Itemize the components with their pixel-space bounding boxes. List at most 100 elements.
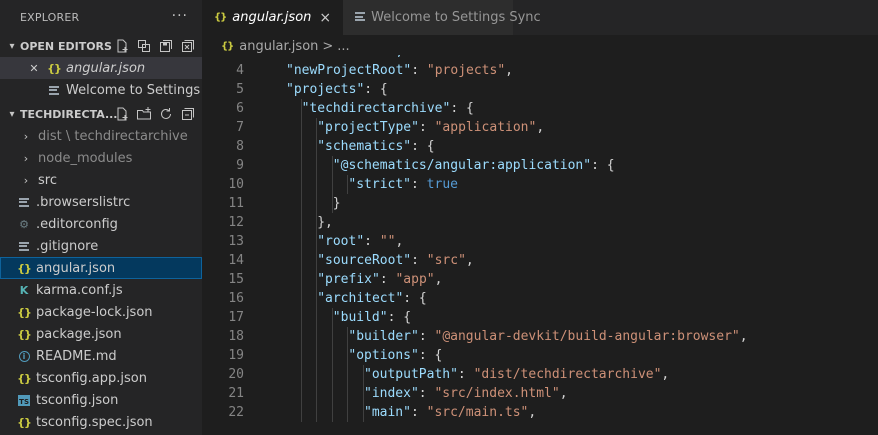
json-string: "projects": [426, 63, 506, 78]
open-editors-label: OPEN EDITORS: [20, 39, 112, 53]
line-number: 6: [236, 101, 244, 116]
explorer-title: EXPLORER: [20, 11, 80, 24]
code-text: "index": "src/index.html",: [364, 384, 568, 403]
code-text: "architect": {: [317, 289, 427, 308]
tree-item-tsconfig-app[interactable]: {} tsconfig.app.json: [0, 367, 202, 389]
new-file-icon[interactable]: [114, 106, 130, 122]
json-key: "techdirectarchive": [301, 101, 451, 116]
tree-item-label: package.json: [36, 326, 122, 342]
code-text: "outputPath": "dist/techdirectarchive",: [364, 365, 669, 384]
json-punctuation: ,: [505, 63, 513, 78]
explorer-header: EXPLORER ···: [0, 0, 202, 35]
tree-item-label: .editorconfig: [36, 216, 118, 232]
code-line: 16 "architect": {: [202, 289, 878, 308]
workspace-header[interactable]: ▾ TECHDIRECTA...: [0, 103, 202, 125]
code-line: 6 "techdirectarchive": {: [202, 99, 878, 118]
workspace-label: TECHDIRECTA...: [20, 107, 118, 121]
tree-item-tsconfig[interactable]: TS tsconfig.json: [0, 389, 202, 411]
code-line: 4 "newProjectRoot": "projects",: [202, 61, 878, 80]
chevron-down-icon: ▾: [9, 108, 15, 120]
code-text: "root": "",: [317, 232, 403, 251]
tree-item-package-json[interactable]: {} package.json: [0, 323, 202, 345]
indent-guide: [300, 384, 302, 403]
tab-angular-json[interactable]: {} angular.json ×: [202, 0, 344, 35]
json-key: "newProjectRoot": [286, 63, 412, 78]
tree-item-label: node_modules: [38, 150, 133, 166]
indent-guide: [300, 175, 302, 194]
json-key: "projects": [286, 82, 365, 97]
code-text: }: [333, 194, 341, 213]
file-tree: › dist \ techdirectarchive › node_module…: [0, 125, 202, 433]
json-key: "root": [317, 234, 365, 249]
open-editors-header[interactable]: ▾ OPEN EDITORS: [0, 35, 202, 57]
open-editor-item-welcome[interactable]: Welcome to Settings ...: [0, 79, 202, 101]
breadcrumb-file[interactable]: angular.json: [239, 39, 318, 54]
indent-guide: [300, 232, 302, 251]
tree-item-angular-json[interactable]: {} angular.json: [0, 257, 202, 279]
indent-guide: [300, 156, 302, 175]
line-number: 14: [228, 253, 244, 268]
tab-label: angular.json: [232, 10, 312, 25]
chevron-right-icon: ›: [23, 173, 29, 187]
collapse-all-icon[interactable]: [180, 106, 196, 122]
line-number: 21: [228, 386, 244, 401]
indent-guide: [316, 194, 318, 213]
close-icon[interactable]: ×: [319, 10, 331, 26]
line-number: 4: [236, 63, 244, 78]
json-punctuation: :: [418, 329, 435, 344]
line-number: 13: [228, 234, 244, 249]
breadcrumb-tail[interactable]: ...: [337, 39, 349, 54]
toggle-vertical-layout-icon[interactable]: [136, 38, 152, 54]
tree-item-dist[interactable]: › dist \ techdirectarchive: [0, 125, 202, 147]
tree-item-gitignore[interactable]: .gitignore: [0, 235, 202, 257]
gear-icon: ⚙: [19, 217, 29, 231]
editor-area: {} angular.json × Welcome to Settings Sy…: [202, 0, 878, 435]
tree-item-src[interactable]: › src: [0, 169, 202, 191]
json-punctuation: : {: [403, 291, 427, 306]
tab-welcome-settings-sync[interactable]: Welcome to Settings Sync: [343, 0, 541, 35]
new-untitled-file-icon[interactable]: [114, 38, 130, 54]
tree-item-karma-conf[interactable]: K karma.conf.js: [0, 279, 202, 301]
save-all-icon[interactable]: [158, 38, 174, 54]
code-line: 7 "projectType": "application",: [202, 118, 878, 137]
tree-item-readme[interactable]: i README.md: [0, 345, 202, 367]
indent-guide: [331, 175, 333, 194]
code-text: "schematics": {: [317, 137, 434, 156]
code-line: 22 "main": "src/main.ts",: [202, 403, 878, 422]
json-string: "application": [434, 120, 537, 135]
tree-item-label: karma.conf.js: [36, 282, 123, 298]
json-string: "@angular-devkit/build-angular:browser": [434, 329, 740, 344]
new-folder-icon[interactable]: [136, 106, 152, 122]
code-line: 21 "index": "src/index.html",: [202, 384, 878, 403]
line-number: 19: [228, 348, 244, 363]
tree-item-browserslistrc[interactable]: .browserslistrc: [0, 191, 202, 213]
json-key: "build": [332, 310, 388, 325]
code-editor[interactable]: "version": 1,4"newProjectRoot": "project…: [202, 55, 878, 435]
refresh-icon[interactable]: [158, 106, 174, 122]
info-icon: i: [16, 348, 32, 364]
tree-item-node-modules[interactable]: › node_modules: [0, 147, 202, 169]
indent-guide: [316, 384, 318, 403]
json-punctuation: ,: [536, 120, 545, 135]
json-string: "": [379, 234, 396, 249]
line-number: 18: [228, 329, 244, 344]
json-punctuation: :: [418, 120, 435, 135]
indent-guide: [300, 327, 302, 346]
ellipsis-icon[interactable]: ···: [172, 8, 188, 24]
indent-guide: [300, 194, 302, 213]
close-icon[interactable]: ✕: [26, 60, 42, 76]
code-text: "techdirectarchive": {: [302, 99, 474, 118]
tree-item-tsconfig-spec[interactable]: {} tsconfig.spec.json: [0, 411, 202, 433]
code-text: "sourceRoot": "src",: [317, 251, 474, 270]
tree-item-editorconfig[interactable]: ⚙ .editorconfig: [0, 213, 202, 235]
open-editor-item-angular-json[interactable]: ✕ {} angular.json: [0, 57, 202, 79]
code-line: 19 "options": {: [202, 346, 878, 365]
tree-item-package-lock[interactable]: {} package-lock.json: [0, 301, 202, 323]
json-key: "options": [348, 348, 419, 363]
close-all-editors-icon[interactable]: [180, 38, 196, 54]
json-punctuation: :: [457, 367, 474, 382]
line-number: 9: [236, 158, 244, 173]
indent-guide: [347, 365, 349, 384]
open-editor-label: angular.json: [66, 60, 146, 76]
indent-guide: [331, 403, 333, 422]
